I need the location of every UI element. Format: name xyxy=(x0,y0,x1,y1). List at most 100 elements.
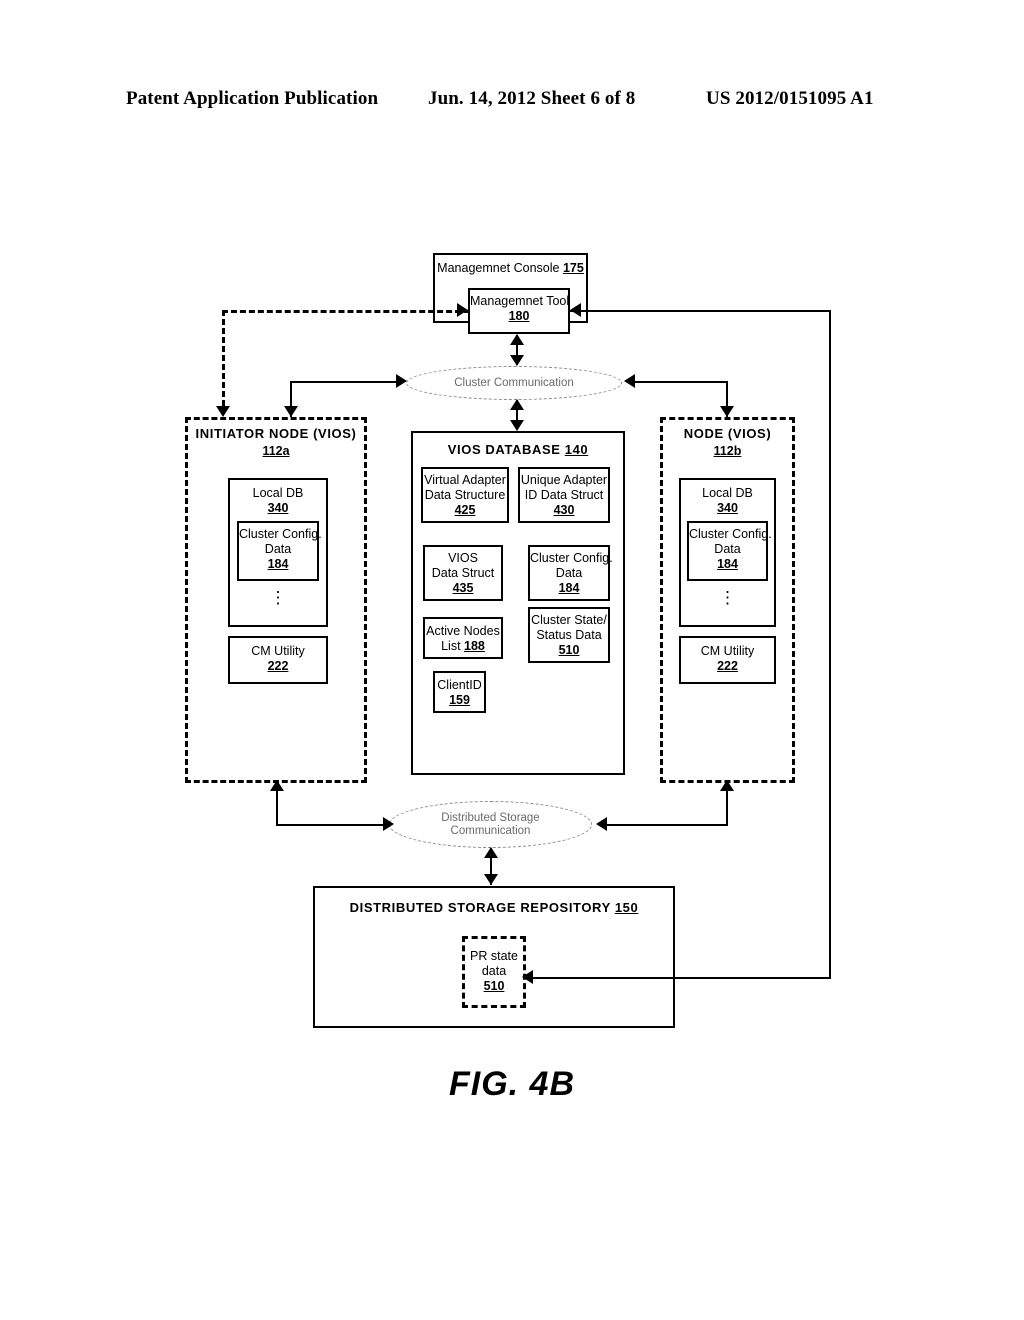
node-local-db-ref: 340 xyxy=(717,501,738,515)
initiator-node-title: INITIATOR NODE (VIOS) xyxy=(195,426,357,441)
connector-initiator-to-cluster xyxy=(290,381,399,383)
cluster-state-status-data-box: Cluster State/ Status Data 510 xyxy=(528,607,610,663)
node-cm-utility-title: CM Utility xyxy=(700,644,755,658)
connector-node-downriser xyxy=(726,790,728,825)
initiator-local-db-title: Local DB xyxy=(252,486,304,500)
management-tool-box: Managemnet Tool 180 xyxy=(468,288,570,334)
initiator-local-db-ellipsis: ⋮ xyxy=(269,588,287,607)
vios-data-struct-line2: Data Struct xyxy=(431,566,495,580)
arrow-into-cluster-left xyxy=(396,374,407,388)
management-console-title: Managemnet Console xyxy=(437,261,560,275)
arrow-into-storage-left xyxy=(383,817,394,831)
node-local-db-title: Local DB xyxy=(702,486,753,500)
distributed-storage-communication-line1: Distributed Storage xyxy=(441,811,540,824)
arrow-into-console-right xyxy=(570,303,581,317)
vios-database-title: VIOS DATABASE xyxy=(447,442,561,457)
arrow-into-repository-top xyxy=(484,874,498,885)
arrow-into-console-left xyxy=(457,303,468,317)
pr-state-data-line1: PR state xyxy=(470,949,518,963)
pr-state-data-box: PR state data 510 xyxy=(462,936,526,1008)
connector-node-to-cluster xyxy=(631,381,728,383)
arrow-into-pr-state-data xyxy=(522,970,533,984)
cluster-state-ref: 510 xyxy=(558,643,580,657)
arrow-storage-up-bottom xyxy=(484,847,498,858)
arrow-cluster-up-bottom xyxy=(510,399,524,410)
arrow-into-node-bottom xyxy=(720,780,734,791)
initiator-cluster-config-box: Cluster Config. Data 184 xyxy=(237,521,322,581)
unique-adapter-line1: Unique Adapter xyxy=(520,473,608,487)
connector-right-edge-down xyxy=(829,310,831,978)
active-nodes-ref: 188 xyxy=(464,639,485,653)
virtual-adapter-line2: Data Structure xyxy=(424,488,506,502)
cluster-state-line2: Status Data xyxy=(536,628,602,642)
node-cluster-config-ref: 184 xyxy=(717,557,738,571)
node-title: NODE (VIOS) xyxy=(683,426,772,441)
virtual-adapter-line1: Virtual Adapter xyxy=(424,473,506,487)
unique-adapter-id-data-struct-box: Unique Adapter ID Data Struct 430 xyxy=(518,467,610,523)
client-id-ref: 159 xyxy=(449,693,470,707)
arrow-into-cluster-right xyxy=(624,374,635,388)
figure-caption: FIG. 4B xyxy=(448,1065,576,1103)
initiator-cluster-config-ref: 184 xyxy=(267,557,289,571)
vios-database-ref: 140 xyxy=(564,442,589,457)
arrow-into-initiator-top-left xyxy=(216,406,230,417)
unique-adapter-ref: 430 xyxy=(553,503,575,517)
management-tool-ref: 180 xyxy=(508,309,530,323)
node-cluster-config-line2: Data xyxy=(714,542,741,556)
initiator-cluster-config-line2: Data xyxy=(264,542,292,556)
client-id-line1: ClientID xyxy=(437,678,482,692)
connector-console-dashed-down xyxy=(222,310,225,406)
arrow-viosdb-down xyxy=(510,420,524,431)
cluster-communication-ellipse: Cluster Communication xyxy=(406,366,622,400)
node-cluster-config-box: Cluster Config. Data 184 xyxy=(687,521,772,581)
initiator-node-ref: 112a xyxy=(262,444,290,458)
cluster-state-line1: Cluster State/ xyxy=(531,613,607,627)
arrow-console-up xyxy=(510,334,524,345)
connector-initiator-downriser xyxy=(276,790,278,825)
virtual-adapter-data-structure-box: Virtual Adapter Data Structure 425 xyxy=(421,467,509,523)
initiator-cm-utility-title: CM Utility xyxy=(251,644,305,658)
arrow-into-node-top xyxy=(720,406,734,417)
connector-node-to-storage xyxy=(603,824,728,826)
node-ref: 112b xyxy=(713,444,742,458)
connector-console-dashed-left xyxy=(222,310,470,313)
figure-4b-diagram: Managemnet Console 175 Managemnet Tool 1… xyxy=(0,0,1024,1320)
arrow-into-storage-right xyxy=(596,817,607,831)
distributed-storage-repository-ref: 150 xyxy=(614,900,639,915)
virtual-adapter-ref: 425 xyxy=(454,503,476,517)
vios-data-struct-box: VIOS Data Struct 435 xyxy=(423,545,503,601)
distributed-storage-communication-line2: Communication xyxy=(450,824,531,837)
arrow-cluster-down-top xyxy=(510,355,524,366)
node-cluster-config-line1: Cluster Config. xyxy=(689,527,772,541)
management-tool-title: Managemnet Tool xyxy=(470,294,570,308)
vios-cluster-config-line1: Cluster Config. xyxy=(530,551,613,565)
node-cm-utility-box: CM Utility 222 xyxy=(679,636,776,684)
initiator-cluster-config-line1: Cluster Config. xyxy=(239,527,322,541)
initiator-cm-utility-box: CM Utility 222 xyxy=(228,636,328,684)
vios-data-struct-ref: 435 xyxy=(452,581,474,595)
active-nodes-line1: Active Nodes xyxy=(426,624,500,638)
client-id-box: ClientID 159 xyxy=(433,671,486,713)
distributed-storage-communication-ellipse: Distributed Storage Communication xyxy=(389,801,592,848)
arrow-into-initiator-bottom xyxy=(270,780,284,791)
distributed-storage-repository-title: DISTRIBUTED STORAGE REPOSITORY xyxy=(349,900,611,915)
vios-cluster-config-ref: 184 xyxy=(558,581,580,595)
connector-right-to-pr-state xyxy=(529,977,831,979)
initiator-cm-utility-ref: 222 xyxy=(267,659,289,673)
pr-state-data-line2: data xyxy=(481,964,507,978)
active-nodes-list-box: Active Nodes List 188 xyxy=(423,617,503,659)
active-nodes-line2: List xyxy=(441,639,461,653)
pr-state-data-ref: 510 xyxy=(483,979,505,993)
unique-adapter-line2: ID Data Struct xyxy=(524,488,604,502)
vios-cluster-config-line2: Data xyxy=(555,566,583,580)
vios-data-struct-line1: VIOS xyxy=(448,551,478,565)
node-cm-utility-ref: 222 xyxy=(717,659,738,673)
management-console-ref: 175 xyxy=(562,261,584,275)
connector-initiator-to-storage xyxy=(276,824,386,826)
node-local-db-ellipsis: ⋮ xyxy=(719,588,736,607)
cluster-communication-label: Cluster Communication xyxy=(454,376,574,389)
initiator-local-db-ref: 340 xyxy=(267,501,289,515)
vios-cluster-config-data-box: Cluster Config. Data 184 xyxy=(528,545,613,601)
arrow-into-initiator-top-right xyxy=(284,406,298,417)
connector-console-right xyxy=(570,310,831,312)
